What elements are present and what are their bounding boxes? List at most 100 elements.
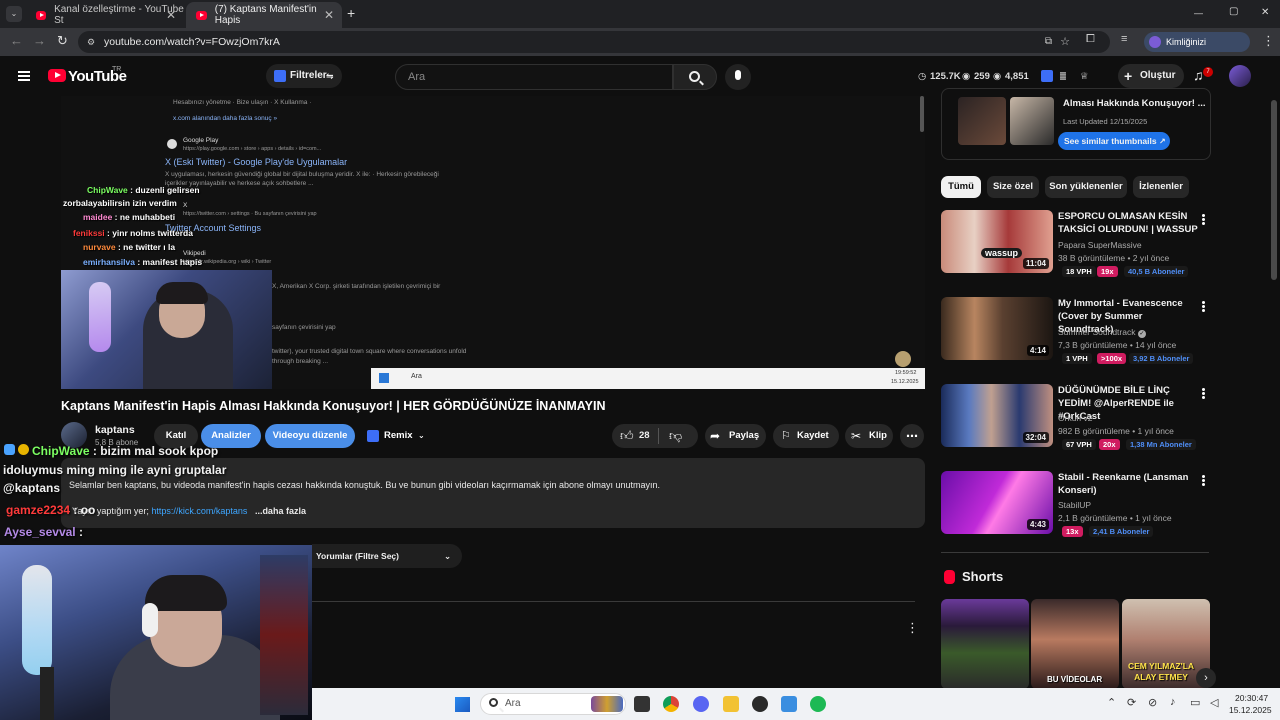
shorts-next-button[interactable]: › [1196, 668, 1216, 688]
taskbar-search[interactable]: Ara [480, 693, 626, 715]
video-menu-icon[interactable] [1202, 214, 1205, 225]
tray-chevron-icon[interactable]: ⌃ [1107, 696, 1116, 709]
related-video-channel[interactable]: StabilUP [1058, 500, 1091, 510]
obs-icon[interactable] [752, 696, 768, 712]
short-thumbnail[interactable]: BU VİDEOLAR [1031, 599, 1119, 689]
related-video-title[interactable]: Stabil - Reenkarne (Lansman Konseri) [1058, 471, 1198, 497]
minimize-button[interactable]: — [1194, 8, 1203, 18]
spotify-icon[interactable] [810, 696, 826, 712]
video-player[interactable]: Hesabınızı yönetme · Bize ulaşın · X Kul… [61, 96, 925, 389]
browser-menu-icon[interactable]: ⋮ [1262, 33, 1275, 49]
video-thumbnail[interactable]: 4:43 [941, 471, 1053, 534]
file-explorer-icon[interactable] [723, 696, 739, 712]
verify-identity-button[interactable]: Kimliğinizi doğrulayın [1144, 32, 1250, 67]
comment-menu-icon[interactable]: ⋮ [906, 620, 919, 636]
description-line2: Yayın yaptığım yer; https://kick.com/kap… [72, 506, 306, 516]
maximize-button[interactable]: ▢ [1229, 6, 1238, 17]
comment-filter-dropdown[interactable]: Yorumlar (Filtre Seç) ⌄ [312, 544, 462, 568]
chrome-icon[interactable] [663, 696, 679, 712]
related-video-channel[interactable]: Summer Soundtrack ✓ [1058, 327, 1146, 338]
chat-line: emirhansilva : manifest hapis [83, 257, 202, 267]
player-scrollbar[interactable] [920, 96, 924, 132]
remix-button[interactable]: Remix ⌄ [362, 424, 432, 448]
reload-icon[interactable]: ↻ [57, 33, 68, 49]
voice-search-button[interactable] [725, 64, 751, 90]
extensions-icon[interactable]: ⧠ [1086, 33, 1095, 46]
photos-icon[interactable] [781, 696, 797, 712]
install-app-icon[interactable]: ⧉ [1045, 31, 1052, 53]
short-thumbnail[interactable] [941, 599, 1029, 689]
trophy-icon[interactable]: ♕ [1080, 71, 1089, 82]
save-button[interactable]: ⚐ Kaydet [773, 424, 839, 448]
result-desc: through breaking ... [272, 358, 329, 365]
like-count[interactable]: 28 [639, 430, 650, 441]
search-button[interactable] [673, 64, 717, 90]
related-video-channel[interactable]: Orkun v2 [1058, 413, 1093, 423]
clock-date[interactable]: 15.12.2025 [1229, 705, 1272, 715]
tab-close-icon[interactable]: ✕ [166, 8, 176, 22]
channel-name[interactable]: kaptans [95, 424, 135, 436]
result-snippet: Hesabınızı yönetme · Bize ulaşın · X Kul… [173, 99, 312, 106]
tab-current-video[interactable]: (7) Kaptans Manifest'in Hapis ✕ [186, 2, 342, 28]
microphone-icon [735, 70, 741, 80]
video-thumbnail[interactable]: 4:14 [941, 297, 1053, 360]
chip-for-you[interactable]: Size özel [987, 176, 1039, 198]
dislike-icon[interactable]: 👎︎ [669, 428, 682, 444]
notifications-bell-icon[interactable]: ♫ [1193, 67, 1204, 83]
close-window-button[interactable]: ✕ [1261, 7, 1269, 18]
task-view-icon[interactable] [634, 696, 650, 712]
video-thumbnail[interactable]: 32:04 [941, 384, 1053, 447]
tray-volume-icon[interactable]: ◁ [1210, 696, 1218, 709]
discord-icon[interactable] [693, 696, 709, 712]
tab-search-button[interactable]: ⌄ [6, 6, 22, 22]
extension-logo-icon[interactable] [1041, 70, 1053, 82]
tray-display-icon[interactable]: ▭ [1190, 696, 1200, 709]
forward-arrow-icon[interactable]: → [33, 33, 46, 48]
tab-close-icon[interactable]: ✕ [324, 8, 334, 22]
save-label: Kaydet [797, 430, 829, 441]
extension-logo-icon [274, 70, 286, 82]
comments-divider [312, 601, 915, 602]
account-avatar[interactable] [1229, 65, 1251, 87]
queue-icon[interactable]: ≣ [1059, 71, 1067, 82]
video-title: Kaptans Manifest'in Hapis Alması Hakkınd… [61, 399, 606, 413]
kick-link[interactable]: https://kick.com/kaptans [151, 506, 247, 516]
webcam-inset [61, 270, 272, 389]
clock-time[interactable]: 20:30:47 [1235, 693, 1268, 703]
chip-all[interactable]: Tümü [941, 176, 981, 198]
reading-list-icon[interactable]: ≡ [1121, 33, 1127, 45]
chip-watched[interactable]: İzlenenler [1133, 176, 1189, 198]
filters-button[interactable]: Filtreler ⇋ [266, 64, 342, 88]
bookmark-star-icon[interactable]: ☆ [1060, 31, 1070, 53]
show-more-link[interactable]: ...daha fazla [255, 506, 306, 516]
video-thumbnail[interactable]: wassup 11:04 [941, 210, 1053, 273]
result-site: Google Play [183, 137, 219, 144]
page-scrollbar[interactable] [1271, 100, 1277, 280]
tab-channel-customization[interactable]: Kanal özelleştirme - YouTube St ✕ [26, 2, 184, 28]
see-similar-thumbnails-button[interactable]: See similar thumbnails ↗ [1058, 132, 1170, 150]
video-menu-icon[interactable] [1202, 388, 1205, 399]
like-icon[interactable]: 👍︎ [620, 428, 634, 444]
address-bar[interactable]: ⚙ youtube.com/watch?v=FOwzjOm7krA ⧉ ☆ [78, 31, 1110, 53]
clip-button[interactable]: ✂ Klip [845, 424, 893, 448]
more-actions-button[interactable]: ⋯ [900, 424, 924, 448]
tray-mic-icon[interactable]: ♪ [1170, 696, 1176, 708]
youtube-logo-icon[interactable] [48, 69, 66, 82]
tray-network-off-icon[interactable]: ⊘ [1148, 696, 1157, 709]
video-menu-icon[interactable] [1202, 475, 1205, 486]
create-button[interactable]: + Oluştur [1118, 64, 1184, 88]
edit-video-button[interactable]: Videoyu düzenle [265, 424, 355, 448]
search-input[interactable]: Ara [395, 64, 673, 90]
search-highlight-image [591, 696, 623, 712]
tray-app-icon[interactable]: ⟳ [1127, 696, 1136, 709]
back-arrow-icon[interactable]: ← [10, 33, 23, 48]
chip-recently-uploaded[interactable]: Son yüklenenler [1045, 176, 1127, 198]
new-tab-button[interactable]: + [347, 5, 355, 21]
site-info-icon[interactable]: ⚙ [87, 31, 95, 53]
share-button[interactable]: ➦ Paylaş [705, 424, 766, 448]
video-menu-icon[interactable] [1202, 301, 1205, 312]
related-video-title[interactable]: ESPORCU OLMASAN KESİN TAKSİCİ OLURDUN! |… [1058, 210, 1198, 236]
related-video-channel[interactable]: Papara SuperMassive [1058, 240, 1142, 250]
windows-start-icon[interactable] [455, 697, 470, 712]
hamburger-menu-icon[interactable] [18, 71, 30, 81]
